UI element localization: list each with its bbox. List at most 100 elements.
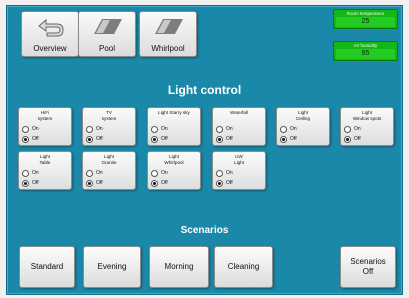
option-label: On xyxy=(226,170,233,176)
option-label: On xyxy=(32,170,39,176)
option-label: On xyxy=(161,126,168,132)
on-option[interactable]: On xyxy=(151,125,168,133)
scenario-label: Morning xyxy=(164,262,194,271)
option-label: On xyxy=(96,126,103,132)
off-option[interactable]: Off xyxy=(151,135,168,143)
radio-button-icon[interactable] xyxy=(280,125,287,133)
option-label: Off xyxy=(96,136,103,142)
radio-button-icon[interactable] xyxy=(86,179,93,187)
light-switch-tile[interactable]: Light Window spots On Off xyxy=(340,107,394,146)
radio-button-icon[interactable] xyxy=(151,169,158,177)
option-label: On xyxy=(290,126,297,132)
radio-button-icon[interactable] xyxy=(86,135,93,143)
option-label: Off xyxy=(32,136,39,142)
off-option[interactable]: Off xyxy=(22,135,39,143)
option-label: Off xyxy=(32,180,39,186)
pool-button[interactable]: Pool xyxy=(78,11,136,57)
light-switch-tile[interactable]: Light Whirlpool On Off xyxy=(147,151,201,190)
light-switch-label: Light Table xyxy=(39,154,51,165)
radio-button-icon[interactable] xyxy=(151,179,158,187)
off-option[interactable]: Off xyxy=(216,135,233,143)
scenario-label: Standard xyxy=(30,262,64,271)
option-label: Off xyxy=(226,136,233,142)
light-switch-tile[interactable]: TV system On Off xyxy=(82,107,136,146)
on-option[interactable]: On xyxy=(151,169,168,177)
off-option[interactable]: Off xyxy=(22,179,39,187)
radio-button-icon[interactable] xyxy=(151,135,158,143)
on-option[interactable]: On xyxy=(216,169,233,177)
on-option[interactable]: On xyxy=(86,125,103,133)
radio-button-icon[interactable] xyxy=(22,135,29,143)
scenario-evening-button[interactable]: Evening xyxy=(83,246,141,288)
light-control-title: Light control xyxy=(167,83,242,97)
off-option[interactable]: Off xyxy=(280,135,297,143)
scenario-standard-button[interactable]: Standard xyxy=(19,246,75,288)
on-option[interactable]: On xyxy=(22,169,39,177)
option-label: Off xyxy=(96,180,103,186)
light-switch-tile[interactable]: HiFi system On Off xyxy=(18,107,72,146)
room-temperature-display: Room temperature 25 xyxy=(333,9,398,29)
radio-button-icon[interactable] xyxy=(22,179,29,187)
page-tile-icon xyxy=(155,19,183,34)
radio-button-icon[interactable] xyxy=(216,125,223,133)
scenario-cleaning-button[interactable]: Cleaning xyxy=(214,246,273,288)
whirlpool-button[interactable]: Whirlpool xyxy=(139,11,197,57)
light-switch-label: TV system xyxy=(101,110,117,121)
radio-button-icon[interactable] xyxy=(280,135,287,143)
light-switch-label: Light Window spots xyxy=(352,110,382,121)
app-frame: Overview Pool Whirlpool Room temperature… xyxy=(0,0,409,298)
overview-label: Overview xyxy=(33,44,67,53)
air-humidity-caption: Air humidity xyxy=(353,43,378,48)
scenarios-title: Scenarios xyxy=(180,225,229,236)
pool-label: Pool xyxy=(98,44,115,53)
radio-button-icon[interactable] xyxy=(344,125,351,133)
on-option[interactable]: On xyxy=(22,125,39,133)
back-arrow-icon xyxy=(38,18,64,37)
light-switch-label: Light Starry sky xyxy=(158,110,190,115)
off-option[interactable]: Off xyxy=(86,179,103,187)
radio-button-icon[interactable] xyxy=(86,125,93,133)
light-switch-label: UW Light xyxy=(234,154,244,165)
light-switch-label: HiFi system xyxy=(37,110,53,121)
light-switch-tile[interactable]: UW Light On Off xyxy=(212,151,266,190)
page-tile-icon xyxy=(94,19,122,34)
radio-button-icon[interactable] xyxy=(344,135,351,143)
radio-button-icon[interactable] xyxy=(216,179,223,187)
radio-button-icon[interactable] xyxy=(216,169,223,177)
option-label: On xyxy=(32,126,39,132)
light-switch-tile[interactable]: Light Ceiling On Off xyxy=(276,107,330,146)
light-switch-tile[interactable]: Light Table On Off xyxy=(18,151,72,190)
off-option[interactable]: Off xyxy=(344,135,361,143)
room-temperature-caption: Room temperature xyxy=(346,11,385,16)
control-panel: Overview Pool Whirlpool Room temperature… xyxy=(6,5,403,295)
scenario-morning-button[interactable]: Morning xyxy=(149,246,209,288)
on-option[interactable]: On xyxy=(86,169,103,177)
light-switch-label: Light Ceiling xyxy=(295,110,311,121)
overview-button[interactable]: Overview xyxy=(21,11,79,57)
radio-button-icon[interactable] xyxy=(22,125,29,133)
light-switch-label: Light Granite xyxy=(101,154,117,165)
scenarios-off-button[interactable]: Scenarios Off xyxy=(340,246,396,288)
scenario-label: Evening xyxy=(97,262,127,271)
option-label: Off xyxy=(354,136,361,142)
on-option[interactable]: On xyxy=(280,125,297,133)
off-option[interactable]: Off xyxy=(86,135,103,143)
on-option[interactable]: On xyxy=(216,125,233,133)
off-option[interactable]: Off xyxy=(216,179,233,187)
scenario-label: Cleaning xyxy=(227,262,260,271)
option-label: On xyxy=(161,170,168,176)
option-label: Off xyxy=(161,136,168,142)
radio-button-icon[interactable] xyxy=(216,135,223,143)
radio-button-icon[interactable] xyxy=(86,169,93,177)
light-switch-tile[interactable]: Light Granite On Off xyxy=(82,151,136,190)
air-humidity-value: 65 xyxy=(336,49,395,59)
radio-button-icon[interactable] xyxy=(22,169,29,177)
light-switch-tile[interactable]: Waterfall On Off xyxy=(212,107,266,146)
option-label: On xyxy=(354,126,361,132)
radio-button-icon[interactable] xyxy=(151,125,158,133)
on-option[interactable]: On xyxy=(344,125,361,133)
light-switch-tile[interactable]: Light Starry sky On Off xyxy=(147,107,201,146)
off-option[interactable]: Off xyxy=(151,179,168,187)
option-label: Off xyxy=(290,136,297,142)
option-label: On xyxy=(226,126,233,132)
